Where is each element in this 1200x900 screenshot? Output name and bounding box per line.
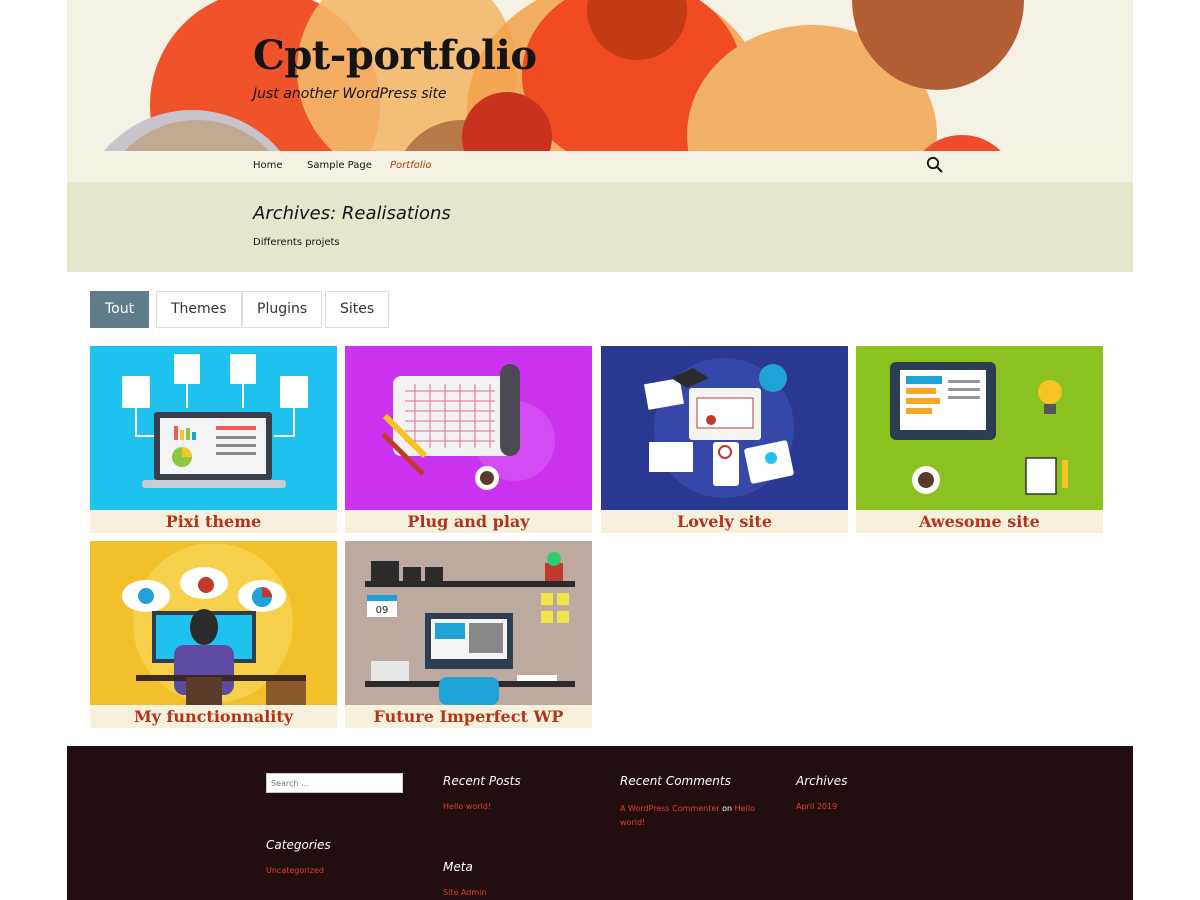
- portfolio-thumbnail[interactable]: [601, 346, 848, 510]
- site-title[interactable]: Cpt-portfolio: [253, 32, 537, 79]
- workspace-illustration: 09: [365, 552, 575, 705]
- site-description: Just another WordPress site: [253, 86, 447, 102]
- portfolio-title[interactable]: Future Imperfect WP: [345, 705, 592, 728]
- nav-item-sample-page[interactable]: Sample Page: [307, 160, 372, 171]
- nav-item-home[interactable]: Home: [253, 160, 283, 171]
- archive-link[interactable]: April 2019: [796, 802, 837, 811]
- developer-desk-illustration: [122, 543, 306, 705]
- portfolio-item-awesome-site[interactable]: Awesome site: [856, 346, 1103, 533]
- site-footer: Recent Posts Hello world! Recent Comment…: [67, 746, 1133, 900]
- filter-button-sites[interactable]: Sites: [325, 291, 390, 328]
- search-icon[interactable]: [926, 156, 944, 174]
- portfolio-title[interactable]: Pixi theme: [90, 510, 337, 533]
- meta-link-site-admin[interactable]: Site Admin: [443, 888, 486, 897]
- portfolio-title[interactable]: Awesome site: [856, 510, 1103, 533]
- portfolio-thumbnail[interactable]: [856, 346, 1103, 510]
- portfolio-item-lovely-site[interactable]: Lovely site: [601, 346, 848, 533]
- filter-button-themes[interactable]: Themes: [156, 291, 242, 328]
- laptop-dashboard-illustration: [122, 354, 308, 488]
- widget-title-recent-comments: Recent Comments: [620, 774, 731, 788]
- site-header: Cpt-portfolio Just another WordPress sit…: [67, 0, 1133, 151]
- archive-header: Archives: Realisations Differents projet…: [67, 182, 1133, 272]
- widget-title-archives: Archives: [796, 774, 848, 788]
- portfolio-thumbnail[interactable]: 09: [345, 541, 592, 705]
- blueprint-illustration: [381, 364, 555, 490]
- portfolio-title[interactable]: Plug and play: [345, 510, 592, 533]
- archive-description: Differents projets: [253, 237, 340, 248]
- portfolio-item-my-functionnality[interactable]: My functionnality: [90, 541, 337, 728]
- portfolio-item-plug-and-play[interactable]: Plug and play: [345, 346, 592, 533]
- recent-post-link[interactable]: Hello world!: [443, 802, 491, 811]
- portfolio-item-pixi-theme[interactable]: Pixi theme: [90, 346, 337, 533]
- page: Cpt-portfolio Just another WordPress sit…: [67, 0, 1133, 900]
- main-navigation: Home Sample Page Portfolio: [67, 151, 1133, 182]
- recent-comment-entry: A WordPress Commenter on Hello world!: [620, 802, 760, 830]
- portfolio-item-future-imperfect-wp[interactable]: 09 Future Imperfect WP: [345, 541, 592, 728]
- nav-item-portfolio[interactable]: Portfolio: [390, 160, 432, 171]
- portfolio-title[interactable]: Lovely site: [601, 510, 848, 533]
- archive-title: Archives: Realisations: [253, 203, 451, 224]
- category-link[interactable]: Uncategorized: [266, 866, 324, 875]
- filter-button-plugins[interactable]: Plugins: [242, 291, 323, 328]
- portfolio-title[interactable]: My functionnality: [90, 705, 337, 728]
- widget-title-meta: Meta: [443, 860, 473, 874]
- comment-author-link[interactable]: A WordPress Commenter: [620, 804, 720, 813]
- tablet-desk-illustration: [890, 362, 1068, 495]
- footer-search-input[interactable]: [266, 773, 403, 793]
- portfolio-thumbnail[interactable]: [90, 346, 337, 510]
- portfolio-thumbnail[interactable]: [345, 346, 592, 510]
- education-illustration: [644, 358, 794, 498]
- widget-title-categories: Categories: [266, 838, 331, 852]
- widget-title-recent-posts: Recent Posts: [443, 774, 521, 788]
- comment-on-text: on: [722, 804, 733, 813]
- calendar-day: 09: [376, 605, 389, 616]
- portfolio-thumbnail[interactable]: [90, 541, 337, 705]
- filter-button-tout[interactable]: Tout: [90, 291, 150, 328]
